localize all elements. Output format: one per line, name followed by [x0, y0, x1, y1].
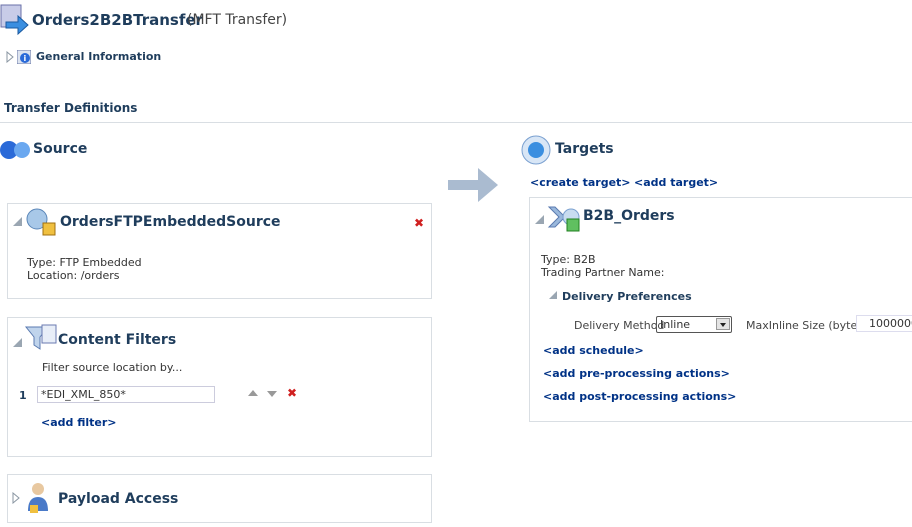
filter-icon: [24, 324, 57, 350]
target-name: B2B_Orders: [583, 208, 675, 224]
target-panel: B2B_Orders Type: B2B Trading Partner Nam…: [529, 197, 912, 422]
delivery-prefs-title: Delivery Preferences: [562, 290, 692, 303]
filter-index: 1: [19, 389, 27, 402]
filters-title: Content Filters: [58, 332, 177, 348]
source-title: Source: [33, 141, 88, 157]
move-up-icon[interactable]: [248, 390, 258, 396]
move-down-icon[interactable]: [267, 391, 277, 397]
source-panel: OrdersFTPEmbeddedSource ✖ Type: FTP Embe…: [7, 203, 432, 299]
svg-text:i: i: [24, 54, 27, 63]
add-schedule-link[interactable]: <add schedule>: [543, 344, 644, 357]
info-icon: i: [17, 50, 31, 64]
create-target-link[interactable]: <create target>: [530, 176, 631, 189]
payload-access-panel: Payload Access: [7, 474, 432, 523]
source-location: Location: /orders: [27, 269, 120, 282]
section-title: Transfer Definitions: [4, 101, 138, 115]
delete-filter-icon[interactable]: ✖: [287, 386, 297, 400]
max-inline-size-input[interactable]: [856, 315, 912, 332]
filters-hint: Filter source location by...: [42, 361, 183, 374]
filter-input[interactable]: [37, 386, 215, 403]
page-title: Orders2B2BTransfer: [32, 11, 203, 29]
target-type: Type: B2B: [541, 253, 596, 266]
transfer-icon: [0, 4, 29, 36]
max-inline-size-label: MaxInline Size (bytes): [746, 319, 868, 332]
expand-icon: [6, 51, 14, 63]
add-target-link[interactable]: <add target>: [634, 176, 718, 189]
expand-icon[interactable]: [12, 492, 20, 504]
add-pre-processing-link[interactable]: <add pre-processing actions>: [543, 367, 730, 380]
delete-source-icon[interactable]: ✖: [414, 216, 424, 230]
collapse-icon[interactable]: [549, 291, 557, 299]
add-post-processing-link[interactable]: <add post-processing actions>: [543, 390, 736, 403]
payload-access-icon: [28, 483, 48, 513]
b2b-target-icon: [547, 206, 580, 232]
collapse-icon[interactable]: [13, 217, 22, 226]
collapse-icon[interactable]: [535, 215, 544, 224]
delivery-method-select[interactable]: Inline: [656, 316, 732, 333]
general-info-toggle[interactable]: i General Information: [6, 50, 166, 64]
trading-partner-label: Trading Partner Name:: [541, 266, 665, 279]
delivery-method-label: Delivery Method: [574, 319, 665, 332]
content-filters-panel: Content Filters Filter source location b…: [7, 317, 432, 457]
page-subtitle: (MFT Transfer): [187, 12, 288, 28]
ftp-source-icon: [26, 208, 56, 236]
source-name: OrdersFTPEmbeddedSource: [60, 214, 281, 230]
general-info-label: General Information: [36, 50, 162, 63]
source-icon: [0, 141, 30, 159]
chevron-down-icon: [716, 318, 730, 330]
targets-title: Targets: [555, 141, 614, 157]
payload-title: Payload Access: [58, 491, 179, 507]
targets-icon: [521, 135, 551, 165]
delivery-method-value: Inline: [660, 318, 691, 331]
arrow-right-icon: [448, 168, 498, 202]
collapse-icon[interactable]: [13, 338, 22, 347]
source-type: Type: FTP Embedded: [27, 256, 142, 269]
add-filter-link[interactable]: <add filter>: [41, 416, 117, 429]
divider: [0, 122, 912, 123]
